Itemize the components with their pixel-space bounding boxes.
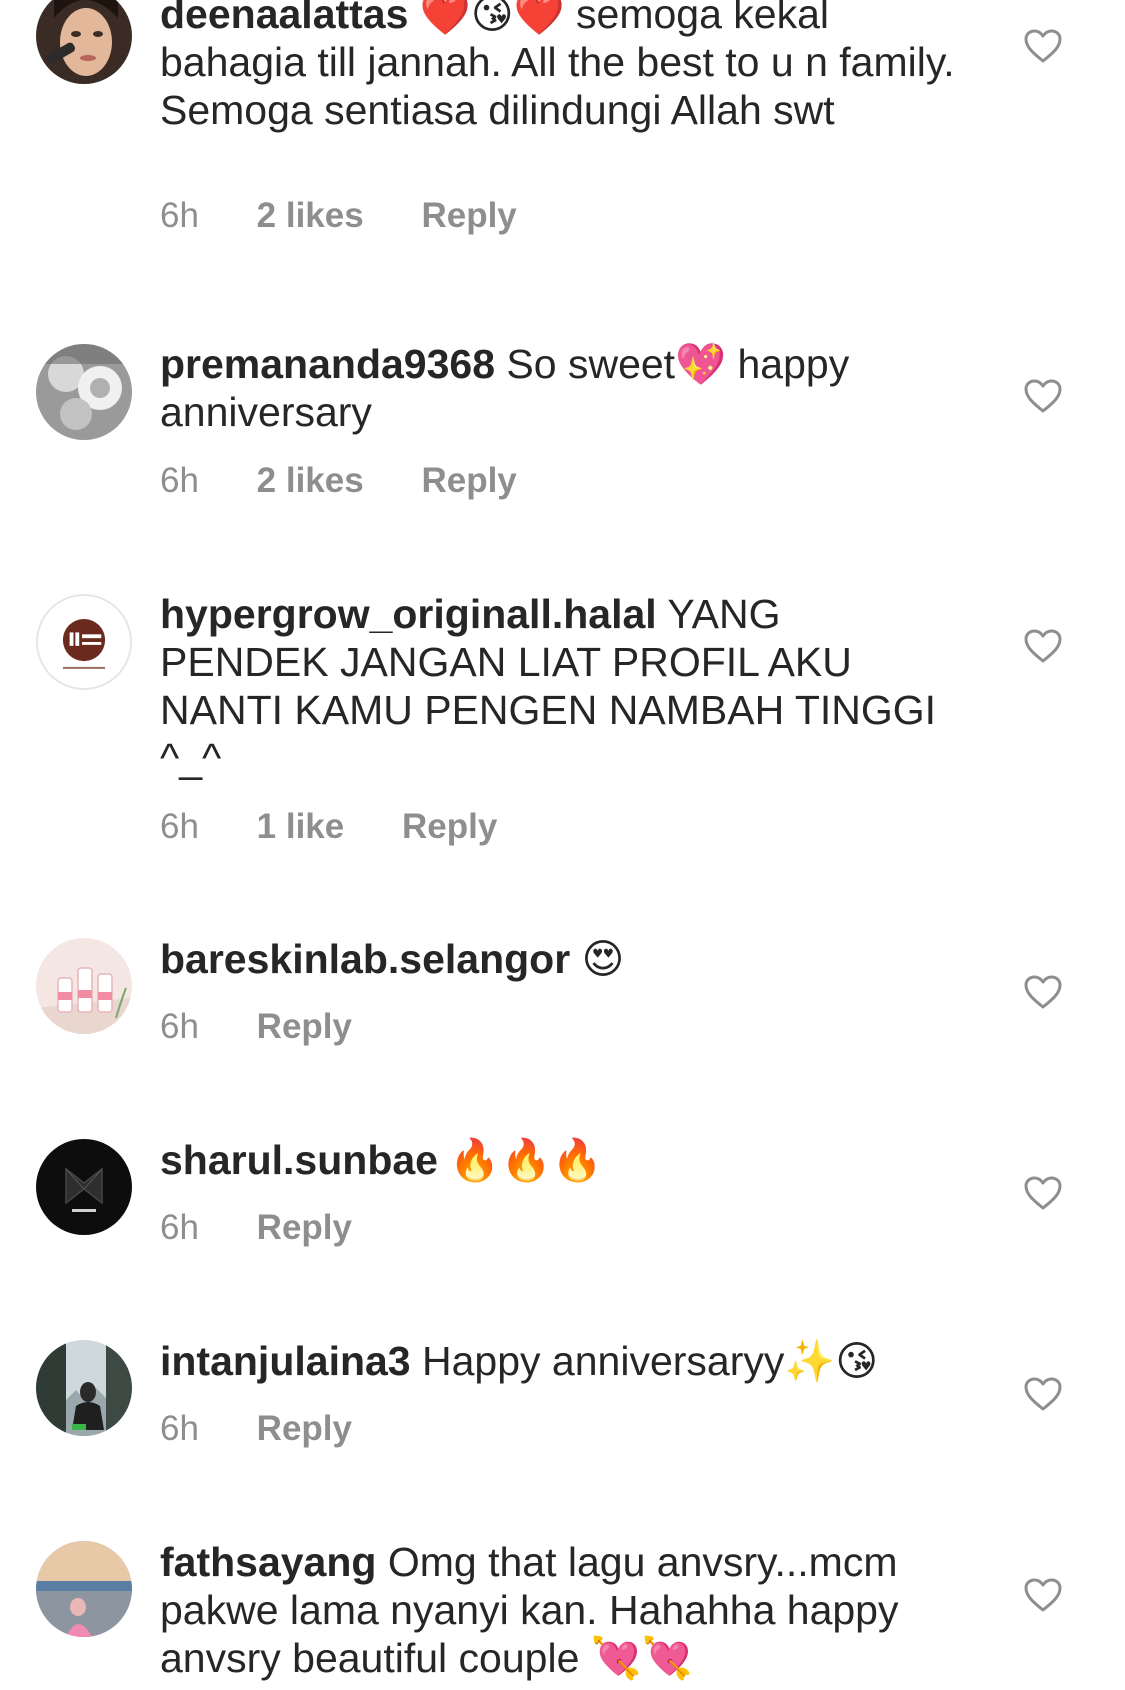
comment-meta: 6h Reply (160, 1007, 400, 1047)
heart-icon[interactable] (1023, 1376, 1063, 1412)
avatar[interactable] (36, 344, 132, 440)
reply-button[interactable]: Reply (421, 461, 516, 501)
avatar[interactable] (36, 1340, 132, 1436)
comment-username[interactable]: fathsayang (160, 1539, 376, 1585)
avatar[interactable] (36, 1541, 132, 1637)
avatar[interactable] (36, 1139, 132, 1235)
heart-icon[interactable] (1023, 28, 1063, 64)
comment-body: bareskinlab.selangor 😍 (160, 935, 960, 983)
heart-icon[interactable] (1023, 974, 1063, 1010)
comment-username[interactable]: intanjulaina3 (160, 1338, 411, 1384)
comment-body: fathsayang Omg that lagu anvsry...mcm pa… (160, 1538, 960, 1682)
heart-icon[interactable] (1023, 1175, 1063, 1211)
comment-username[interactable]: hypergrow_originall.halal (160, 591, 657, 637)
heart-icon[interactable] (1023, 1577, 1063, 1613)
comment-text: Happy anniversaryy✨😘 (422, 1338, 879, 1384)
avatar[interactable] (36, 0, 132, 84)
comment-meta: 6h Reply (160, 1208, 400, 1248)
comment-time: 6h (160, 461, 199, 500)
reply-button[interactable]: Reply (257, 1208, 352, 1248)
comment-body: deenaalattas ❤️😘❤️ semoga kekal bahagia … (160, 0, 960, 134)
comment-body: intanjulaina3 Happy anniversaryy✨😘 (160, 1337, 960, 1385)
comment-meta: 6h Reply (160, 1409, 400, 1449)
heart-icon[interactable] (1023, 378, 1063, 414)
comment-text: 🔥🔥🔥 (449, 1137, 603, 1183)
comment-time: 6h (160, 1007, 199, 1046)
comment-time: 6h (160, 1208, 199, 1247)
comment-username[interactable]: premananda9368 (160, 341, 495, 387)
reply-button[interactable]: Reply (257, 1007, 352, 1047)
comment-likes[interactable]: 2 likes (257, 196, 364, 236)
avatar[interactable] (36, 938, 132, 1034)
comment-meta: 6h 1 like Reply (160, 807, 545, 847)
comment-body: premananda9368 So sweet💖 happy anniversa… (160, 340, 960, 436)
comment-time: 6h (160, 196, 199, 235)
comment-body: sharul.sunbae 🔥🔥🔥 (160, 1136, 960, 1184)
comment-text: 😍 (581, 936, 625, 982)
heart-icon[interactable] (1023, 628, 1063, 664)
reply-button[interactable]: Reply (421, 196, 516, 236)
comment-likes[interactable]: 1 like (257, 807, 345, 847)
comment-username[interactable]: bareskinlab.selangor (160, 936, 570, 982)
comment-body: hypergrow_originall.halal YANG PENDEK JA… (160, 590, 960, 782)
comment-likes[interactable]: 2 likes (257, 461, 364, 501)
comment-meta: 6h 2 likes Reply (160, 196, 565, 236)
reply-button[interactable]: Reply (257, 1409, 352, 1449)
avatar[interactable] (36, 594, 132, 690)
comment-username[interactable]: deenaalattas (160, 0, 408, 37)
reply-button[interactable]: Reply (402, 807, 497, 847)
comment-time: 6h (160, 807, 199, 846)
comment-time: 6h (160, 1409, 199, 1448)
comment-username[interactable]: sharul.sunbae (160, 1137, 438, 1183)
comment-meta: 6h 2 likes Reply (160, 461, 565, 501)
